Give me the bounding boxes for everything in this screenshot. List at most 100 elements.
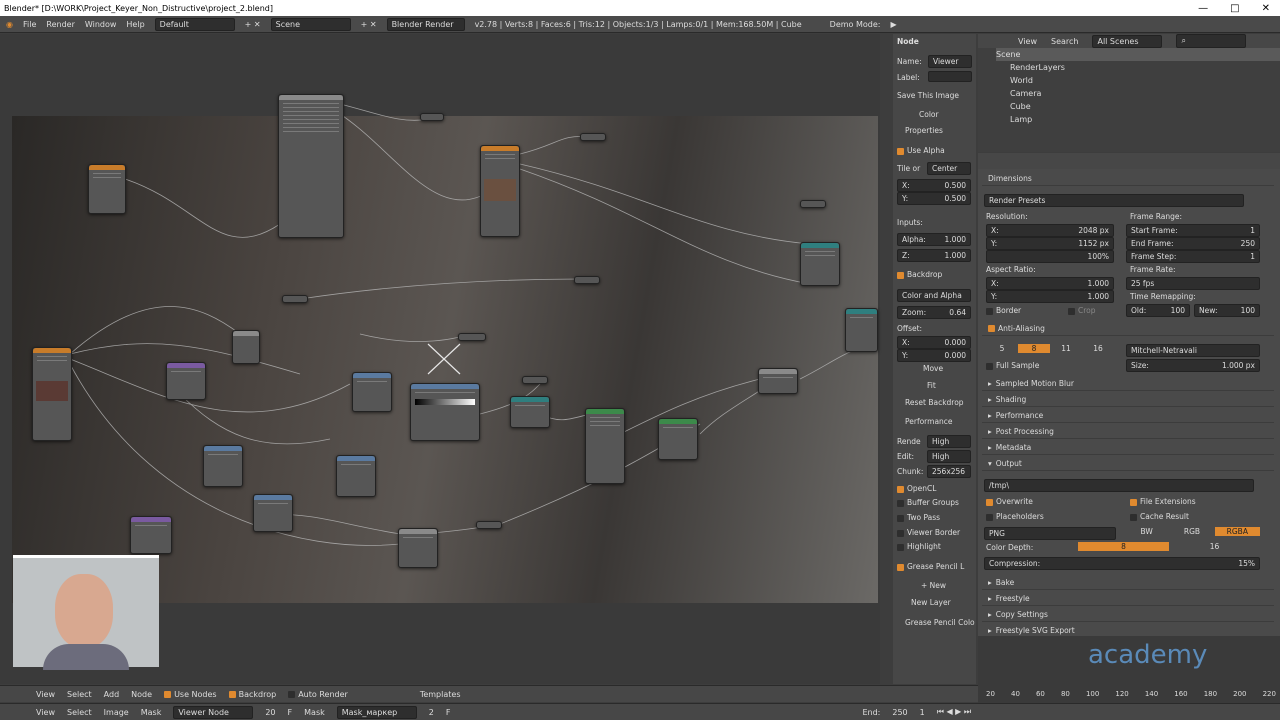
section-grease-pencil[interactable]: Grease Pencil L xyxy=(897,562,964,571)
x-field[interactable]: X: 0.500 xyxy=(897,179,971,192)
close-button[interactable]: ✕ xyxy=(1262,3,1270,14)
node-subtract[interactable] xyxy=(352,372,392,412)
aa-5[interactable]: 5 xyxy=(986,344,1018,353)
fake-user-button[interactable]: F xyxy=(288,708,293,717)
menu-view-2[interactable]: View xyxy=(36,708,55,717)
section-grease-pencil-colors[interactable]: Grease Pencil Colo xyxy=(905,618,975,627)
chunk-field[interactable]: 256x256 xyxy=(927,465,971,478)
menu-render[interactable]: Render xyxy=(46,20,74,29)
properties-tabs[interactable] xyxy=(978,153,1280,169)
node-colorramp[interactable] xyxy=(410,383,480,441)
file-extensions-checkbox[interactable]: File Extensions xyxy=(1130,497,1196,506)
node-reroute-4[interactable] xyxy=(458,333,486,341)
section-post-processing[interactable]: ▸ Post Processing xyxy=(982,425,1274,439)
color-depth-selector[interactable]: 8 16 xyxy=(1078,542,1260,551)
image-selector[interactable]: Viewer Node xyxy=(173,705,254,719)
backdrop-channels[interactable]: Color and Alpha xyxy=(897,289,971,302)
end-frame-field[interactable]: End Frame: 250 xyxy=(1126,237,1260,250)
placeholders-checkbox[interactable]: Placeholders xyxy=(986,512,1044,521)
depth-8-button[interactable]: 8 xyxy=(1078,542,1169,551)
outliner-view-menu[interactable]: View xyxy=(1018,37,1037,46)
node-combine-2[interactable] xyxy=(398,528,438,568)
render-presets[interactable]: Render Presets xyxy=(984,194,1244,207)
label-field[interactable] xyxy=(928,71,972,82)
compression-slider[interactable]: Compression: 15% xyxy=(984,557,1260,570)
aa-filter-selector[interactable]: Mitchell-Netravali xyxy=(1126,344,1260,357)
res-percent-field[interactable]: 100% xyxy=(986,250,1114,263)
maximize-button[interactable]: □ xyxy=(1230,3,1239,14)
outliner-display-mode[interactable]: All Scenes xyxy=(1092,34,1163,48)
aspect-x-field[interactable]: X: 1.000 xyxy=(986,277,1114,290)
menu-help[interactable]: Help xyxy=(126,20,144,29)
playback-controls-icon[interactable]: ⏮ ◀ ▶ ⏭ xyxy=(937,707,971,717)
node-input[interactable] xyxy=(88,164,126,214)
menu-node[interactable]: Node xyxy=(131,690,152,699)
res-x-field[interactable]: X: 2048 px xyxy=(986,224,1114,237)
rgb-button[interactable]: RGB xyxy=(1169,527,1214,536)
aa-16[interactable]: 16 xyxy=(1082,344,1114,353)
node-math-3[interactable] xyxy=(253,494,293,532)
name-field[interactable]: Viewer xyxy=(928,55,972,68)
node-small-1[interactable] xyxy=(232,330,260,364)
alpha-field[interactable]: Alpha: 1.000 xyxy=(897,233,971,246)
node-separate-rgba[interactable] xyxy=(166,362,206,400)
mask-fake-user[interactable]: F xyxy=(446,708,451,717)
node-movie-clip[interactable] xyxy=(32,347,72,441)
highlight-checkbox[interactable]: Highlight xyxy=(897,542,941,551)
menu-select[interactable]: Select xyxy=(67,690,92,699)
edit-quality-field[interactable]: High xyxy=(927,450,971,463)
outliner-item-renderlayers[interactable]: RenderLayers xyxy=(996,61,1280,74)
offset-y-field[interactable]: Y: 0.000 xyxy=(897,349,971,362)
outliner-item-cube[interactable]: Cube xyxy=(996,100,1280,113)
opencl-checkbox[interactable]: OpenCL xyxy=(897,484,936,493)
output-path-input[interactable]: /tmp\ xyxy=(984,479,1254,492)
viewer-border-checkbox[interactable]: Viewer Border xyxy=(897,528,960,537)
use-nodes-checkbox[interactable]: Use Nodes xyxy=(164,690,217,699)
frame-step-field[interactable]: Frame Step: 1 xyxy=(1126,250,1260,263)
old-field[interactable]: Old: 100 xyxy=(1126,304,1190,317)
node-keying[interactable] xyxy=(278,94,344,238)
node-reroute-1[interactable] xyxy=(420,113,444,121)
section-metadata[interactable]: ▸ Metadata xyxy=(982,441,1274,455)
section-anti-aliasing[interactable]: Anti-Aliasing xyxy=(982,322,1274,336)
node-set-alpha[interactable] xyxy=(585,408,625,484)
outliner-item-scene[interactable]: Scene xyxy=(996,48,1280,61)
color-mode[interactable]: BW RGB RGBA xyxy=(1124,527,1260,536)
mask-selector[interactable]: Mask_маркер xyxy=(336,705,417,719)
layout-selector[interactable]: Default xyxy=(154,17,235,31)
minimize-button[interactable]: — xyxy=(1198,3,1208,14)
node-separate-2[interactable] xyxy=(130,516,172,554)
section-performance-props[interactable]: ▸ Performance xyxy=(982,409,1274,423)
move-button[interactable]: Move xyxy=(923,364,943,373)
aa-size-field[interactable]: Size: 1.000 px xyxy=(1126,359,1260,372)
outliner-search-input[interactable]: ⌕ xyxy=(1176,34,1247,48)
mode-selector[interactable]: Mask xyxy=(304,708,325,717)
menu-window[interactable]: Window xyxy=(85,20,117,29)
section-shading[interactable]: ▸ Shading xyxy=(982,393,1274,407)
menu-image[interactable]: Image xyxy=(104,708,129,717)
section-node[interactable]: Node xyxy=(897,37,919,46)
tile-origin-field[interactable]: Center xyxy=(927,162,971,175)
bw-button[interactable]: BW xyxy=(1124,527,1169,536)
rgba-button[interactable]: RGBA xyxy=(1214,527,1260,536)
file-format-selector[interactable]: PNG xyxy=(984,527,1116,540)
blender-icon[interactable]: ◉ xyxy=(6,20,13,29)
outliner-search-menu[interactable]: Search xyxy=(1051,37,1078,46)
node-reroute-3[interactable] xyxy=(574,276,600,284)
node-reroute-8[interactable] xyxy=(476,521,502,529)
aspect-y-field[interactable]: Y: 1.000 xyxy=(986,290,1114,303)
aa-8[interactable]: 8 xyxy=(1018,344,1050,353)
outliner-item-lamp[interactable]: Lamp xyxy=(996,113,1280,126)
node-composite[interactable] xyxy=(800,242,840,286)
save-image-button[interactable]: Save This Image xyxy=(897,91,959,100)
menu-file[interactable]: File xyxy=(23,20,36,29)
section-output[interactable]: ▾ Output xyxy=(982,457,1274,471)
outliner-item-world[interactable]: World xyxy=(996,74,1280,87)
offset-x-field[interactable]: X: 0.000 xyxy=(897,336,971,349)
scene-selector[interactable]: Scene xyxy=(270,17,351,31)
buffer-groups-checkbox[interactable]: Buffer Groups xyxy=(897,498,959,507)
end-frame-value[interactable]: 250 xyxy=(892,708,907,717)
node-math-1[interactable] xyxy=(203,445,243,487)
section-performance[interactable]: Performance xyxy=(905,417,953,426)
cache-result-checkbox[interactable]: Cache Result xyxy=(1130,512,1189,521)
